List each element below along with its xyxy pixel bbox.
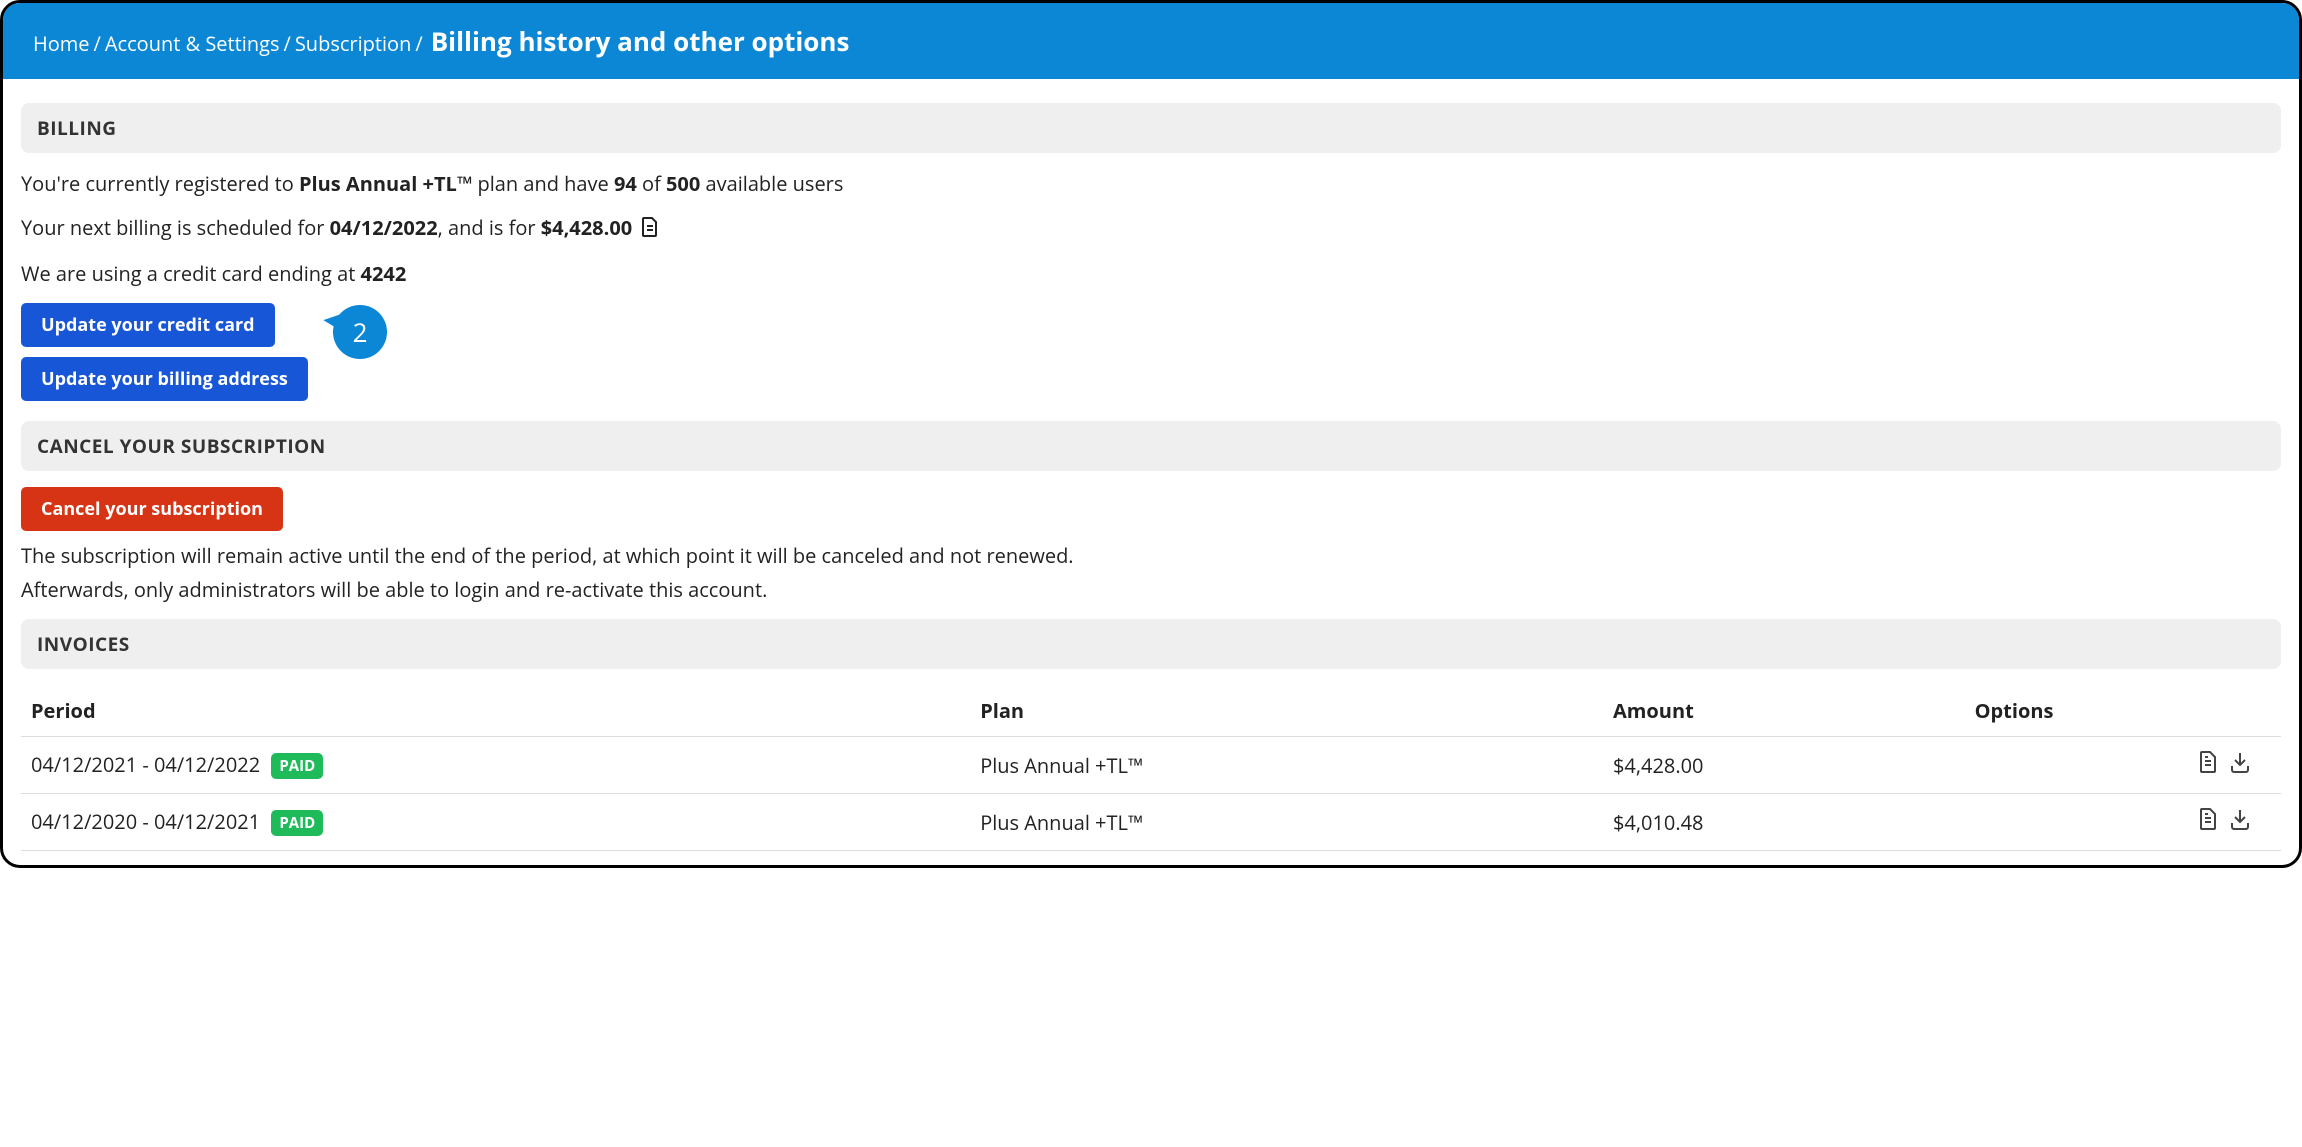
status-badge: PAID — [271, 810, 323, 836]
th-plan: Plan — [970, 685, 1603, 737]
cancel-note-1: The subscription will remain active unti… — [21, 541, 2281, 571]
cancel-note-2: Afterwards, only administrators will be … — [21, 575, 2281, 605]
invoice-plan: Plus Annual +TL™ — [970, 737, 1603, 794]
update-billing-address-button[interactable]: Update your billing address — [21, 357, 308, 401]
download-invoice-icon[interactable] — [2229, 808, 2251, 830]
invoice-icon[interactable] — [641, 215, 659, 245]
download-invoice-icon[interactable] — [2229, 751, 2251, 773]
table-row: 04/12/2020 - 04/12/2021 PAID Plus Annual… — [21, 794, 2281, 851]
view-invoice-icon[interactable] — [2198, 808, 2218, 830]
breadcrumb: Home / Account & Settings / Subscription… — [3, 3, 2299, 79]
th-options: Options — [1965, 685, 2281, 737]
step-callout-2: 2 — [333, 305, 387, 359]
table-row: 04/12/2021 - 04/12/2022 PAID Plus Annual… — [21, 737, 2281, 794]
invoice-amount: $4,010.48 — [1603, 794, 1965, 851]
breadcrumb-current: Billing history and other options — [431, 23, 850, 59]
invoice-period: 04/12/2020 - 04/12/2021 — [31, 808, 260, 835]
invoice-plan: Plus Annual +TL™ — [970, 794, 1603, 851]
breadcrumb-home[interactable]: Home — [33, 30, 90, 57]
section-title-billing: BILLING — [37, 115, 2265, 141]
invoice-period: 04/12/2021 - 04/12/2022 — [31, 751, 260, 778]
invoice-amount: $4,428.00 — [1603, 737, 1965, 794]
section-title-invoices: INVOICES — [37, 631, 2265, 657]
breadcrumb-separator: / — [284, 30, 291, 57]
breadcrumb-subscription[interactable]: Subscription — [295, 30, 412, 57]
cancel-subscription-button[interactable]: Cancel your subscription — [21, 487, 283, 531]
section-header-cancel: CANCEL YOUR SUBSCRIPTION — [21, 421, 2281, 471]
section-title-cancel: CANCEL YOUR SUBSCRIPTION — [37, 433, 2265, 459]
th-period: Period — [21, 685, 970, 737]
billing-card-info: We are using a credit card ending at 424… — [21, 259, 2281, 289]
breadcrumb-account-settings[interactable]: Account & Settings — [105, 30, 280, 57]
billing-next-info: Your next billing is scheduled for 04/12… — [21, 213, 2281, 245]
billing-plan-info: You're currently registered to Plus Annu… — [21, 169, 2281, 199]
section-header-invoices: INVOICES — [21, 619, 2281, 669]
callout-number: 2 — [353, 314, 368, 350]
th-amount: Amount — [1603, 685, 1965, 737]
view-invoice-icon[interactable] — [2198, 751, 2218, 773]
status-badge: PAID — [271, 753, 323, 779]
update-credit-card-button[interactable]: Update your credit card — [21, 303, 275, 347]
invoices-table: Period Plan Amount Options 04/12/2021 - … — [21, 685, 2281, 851]
breadcrumb-separator: / — [94, 30, 101, 57]
breadcrumb-separator: / — [415, 30, 422, 57]
section-header-billing: BILLING — [21, 103, 2281, 153]
